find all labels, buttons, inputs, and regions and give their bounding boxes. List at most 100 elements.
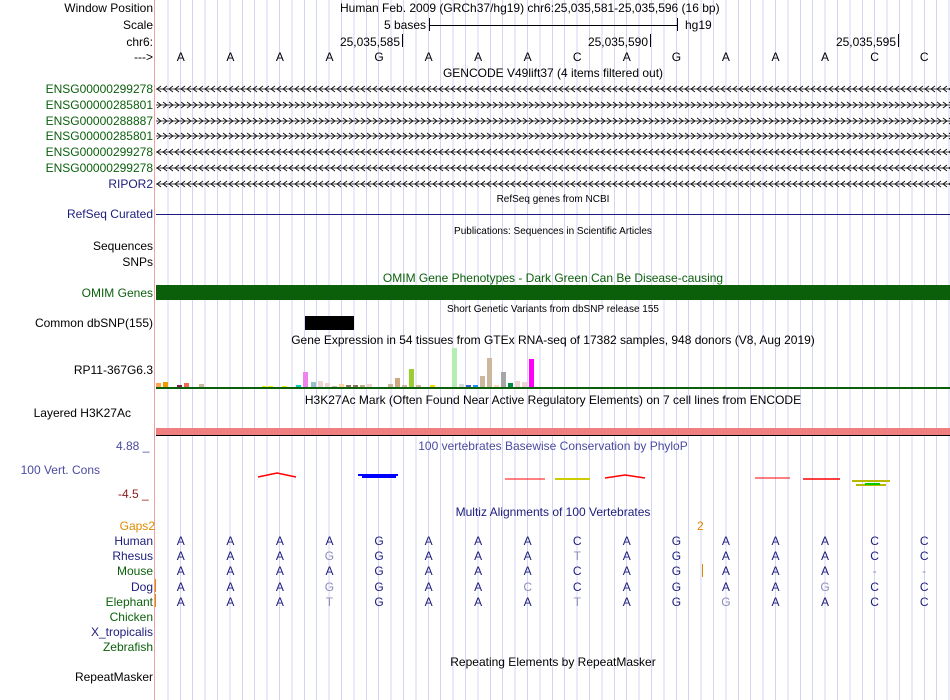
position-text[interactable]: Human Feb. 2009 (GRCh37/hg19) chr6:25,03…: [340, 1, 720, 15]
base-G: G: [374, 50, 384, 64]
gene-feature[interactable]: [156, 85, 950, 94]
base-G: G: [671, 50, 682, 64]
aligned-base: A: [424, 564, 433, 579]
gene-feature[interactable]: [156, 148, 950, 157]
gtex-tissue-bar[interactable]: [303, 372, 308, 387]
aligned-base: G: [374, 534, 384, 548]
aligned-base: G: [671, 549, 682, 564]
aligned-base: C: [919, 534, 929, 548]
gtex-tissue-bar[interactable]: [452, 348, 457, 387]
aligned-base: A: [821, 549, 830, 564]
strand-label: --->: [134, 50, 153, 64]
gene-feature[interactable]: [156, 116, 950, 126]
gtex-tissue-bar[interactable]: [501, 372, 506, 387]
aligned-base: A: [771, 534, 780, 548]
aligned-base: A: [721, 534, 730, 548]
scale-bar-end: [677, 18, 678, 31]
ruler-tick: [402, 34, 403, 47]
aligned-base: A: [474, 549, 483, 564]
gene-feature[interactable]: [156, 132, 950, 141]
aligned-base: G: [820, 579, 830, 594]
dbsnp-variant[interactable]: [305, 316, 354, 330]
aligned-base: C: [572, 579, 582, 594]
species-label[interactable]: Zebrafish: [103, 640, 153, 654]
aligned-base: G: [324, 549, 335, 564]
h3k27ac-baseline: [156, 435, 950, 436]
omim-feature[interactable]: [156, 285, 950, 300]
aligned-base: C: [572, 534, 582, 548]
scale-label: Scale: [122, 18, 153, 32]
aligned-base: A: [226, 534, 235, 548]
omim-label[interactable]: OMIM Genes: [82, 286, 153, 300]
gtex-tissue-bar[interactable]: [480, 376, 485, 387]
refseq-label[interactable]: RefSeq Curated: [67, 207, 153, 221]
aligned-base: G: [671, 594, 682, 609]
aligned-base: A: [176, 564, 185, 579]
aligned-base: C: [870, 534, 879, 548]
species-label[interactable]: Elephant: [106, 595, 153, 609]
aligned-base: A: [226, 594, 235, 609]
repeatmasker-label[interactable]: RepeatMasker: [75, 670, 153, 684]
species-label[interactable]: Rhesus: [112, 549, 153, 563]
gene-feature[interactable]: [156, 100, 950, 110]
h3k27ac-label[interactable]: Layered H3K27Ac: [34, 406, 131, 420]
gene-label[interactable]: ENSG00000299278: [46, 145, 153, 159]
base-C: C: [919, 50, 929, 64]
aligned-base: A: [523, 594, 532, 609]
base-A: A: [226, 50, 235, 64]
dog-insertion-marker: [155, 579, 156, 592]
scale-db: hg19: [685, 18, 712, 32]
gtex-tissue-bar[interactable]: [395, 378, 400, 387]
omim-title: OMIM Gene Phenotypes - Dark Green Can Be…: [382, 271, 724, 285]
aligned-base: A: [622, 534, 631, 548]
gene-label[interactable]: ENSG00000288887: [46, 114, 153, 128]
gene-feature[interactable]: [156, 164, 950, 173]
ruler-tick: [898, 34, 899, 47]
gene-label[interactable]: ENSG00000299278: [46, 82, 153, 96]
aligned-base: C: [919, 594, 929, 609]
base-C: C: [572, 50, 582, 64]
aligned-base: -: [872, 564, 877, 579]
species-label[interactable]: Chicken: [110, 610, 153, 624]
aligned-base: A: [226, 564, 235, 579]
ruler-tick-label: 25,035,585: [339, 35, 400, 49]
gtex-tissue-bar[interactable]: [409, 369, 414, 387]
dbsnp-title: Short Genetic Variants from dbSNP releas…: [447, 304, 659, 315]
gaps-label-text: Gaps: [119, 519, 149, 533]
gtex-tissue-bar[interactable]: [529, 359, 534, 387]
aligned-base: A: [275, 594, 284, 609]
aligned-base: G: [671, 534, 682, 548]
gene-label[interactable]: ENSG00000285801: [46, 98, 153, 112]
sequences-label[interactable]: Sequences: [93, 239, 153, 253]
aligned-base: -: [922, 564, 927, 579]
aligned-base: G: [374, 564, 384, 579]
dbsnp-label[interactable]: Common dbSNP(155): [35, 316, 153, 330]
aligned-base: A: [325, 564, 334, 579]
aligned-base: A: [275, 579, 284, 594]
gtex-tissue-bar[interactable]: [487, 358, 492, 387]
species-label[interactable]: Mouse: [117, 564, 153, 578]
species-label[interactable]: X_tropicalis: [91, 625, 153, 639]
aligned-base: A: [821, 594, 830, 609]
gene-label[interactable]: RIPOR2: [108, 177, 153, 191]
h3k27ac-title: H3K27Ac Mark (Often Found Near Active Re…: [304, 393, 802, 407]
multiz-title: Multiz Alignments of 100 Vertebrates: [455, 505, 651, 519]
ruler-tick-label: 25,035,595: [835, 35, 896, 49]
aligned-base: A: [523, 549, 532, 564]
base-A: A: [622, 50, 631, 64]
gene-label[interactable]: ENSG00000285801: [46, 129, 153, 143]
gene-label[interactable]: ENSG00000299278: [46, 161, 153, 175]
aligned-base: A: [474, 534, 483, 548]
aligned-base: T: [573, 594, 581, 609]
aligned-base: A: [424, 594, 433, 609]
aligned-base: C: [572, 564, 582, 579]
ruler-tick-label: 25,035,590: [587, 35, 648, 49]
species-label[interactable]: Human: [114, 534, 153, 548]
scale-text: 5 bases: [383, 18, 426, 32]
aligned-base: A: [523, 534, 532, 548]
species-label[interactable]: Dog: [131, 580, 153, 594]
aligned-base: A: [474, 594, 483, 609]
gene-feature[interactable]: [156, 179, 950, 189]
base-A: A: [523, 50, 532, 64]
snps-label[interactable]: SNPs: [122, 255, 153, 269]
